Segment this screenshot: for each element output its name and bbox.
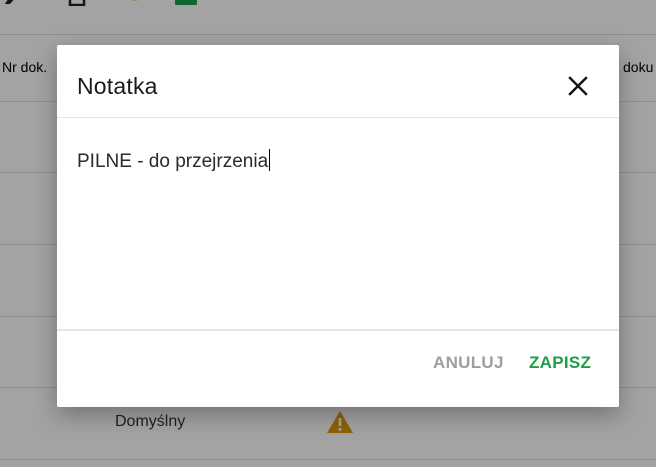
cancel-button[interactable]: ANULUJ bbox=[433, 353, 504, 373]
divider bbox=[57, 117, 619, 118]
note-textarea[interactable]: PILNE - do przejrzenia bbox=[77, 149, 597, 319]
close-icon bbox=[568, 76, 588, 96]
dialog-title: Notatka bbox=[77, 73, 158, 99]
close-button[interactable] bbox=[563, 71, 593, 101]
text-caret bbox=[269, 149, 271, 171]
divider bbox=[57, 329, 619, 331]
note-dialog: Notatka PILNE - do przejrzenia ANULUJ ZA… bbox=[57, 45, 619, 407]
note-text: PILNE - do przejrzenia bbox=[77, 151, 269, 172]
save-button[interactable]: ZAPISZ bbox=[529, 353, 591, 373]
